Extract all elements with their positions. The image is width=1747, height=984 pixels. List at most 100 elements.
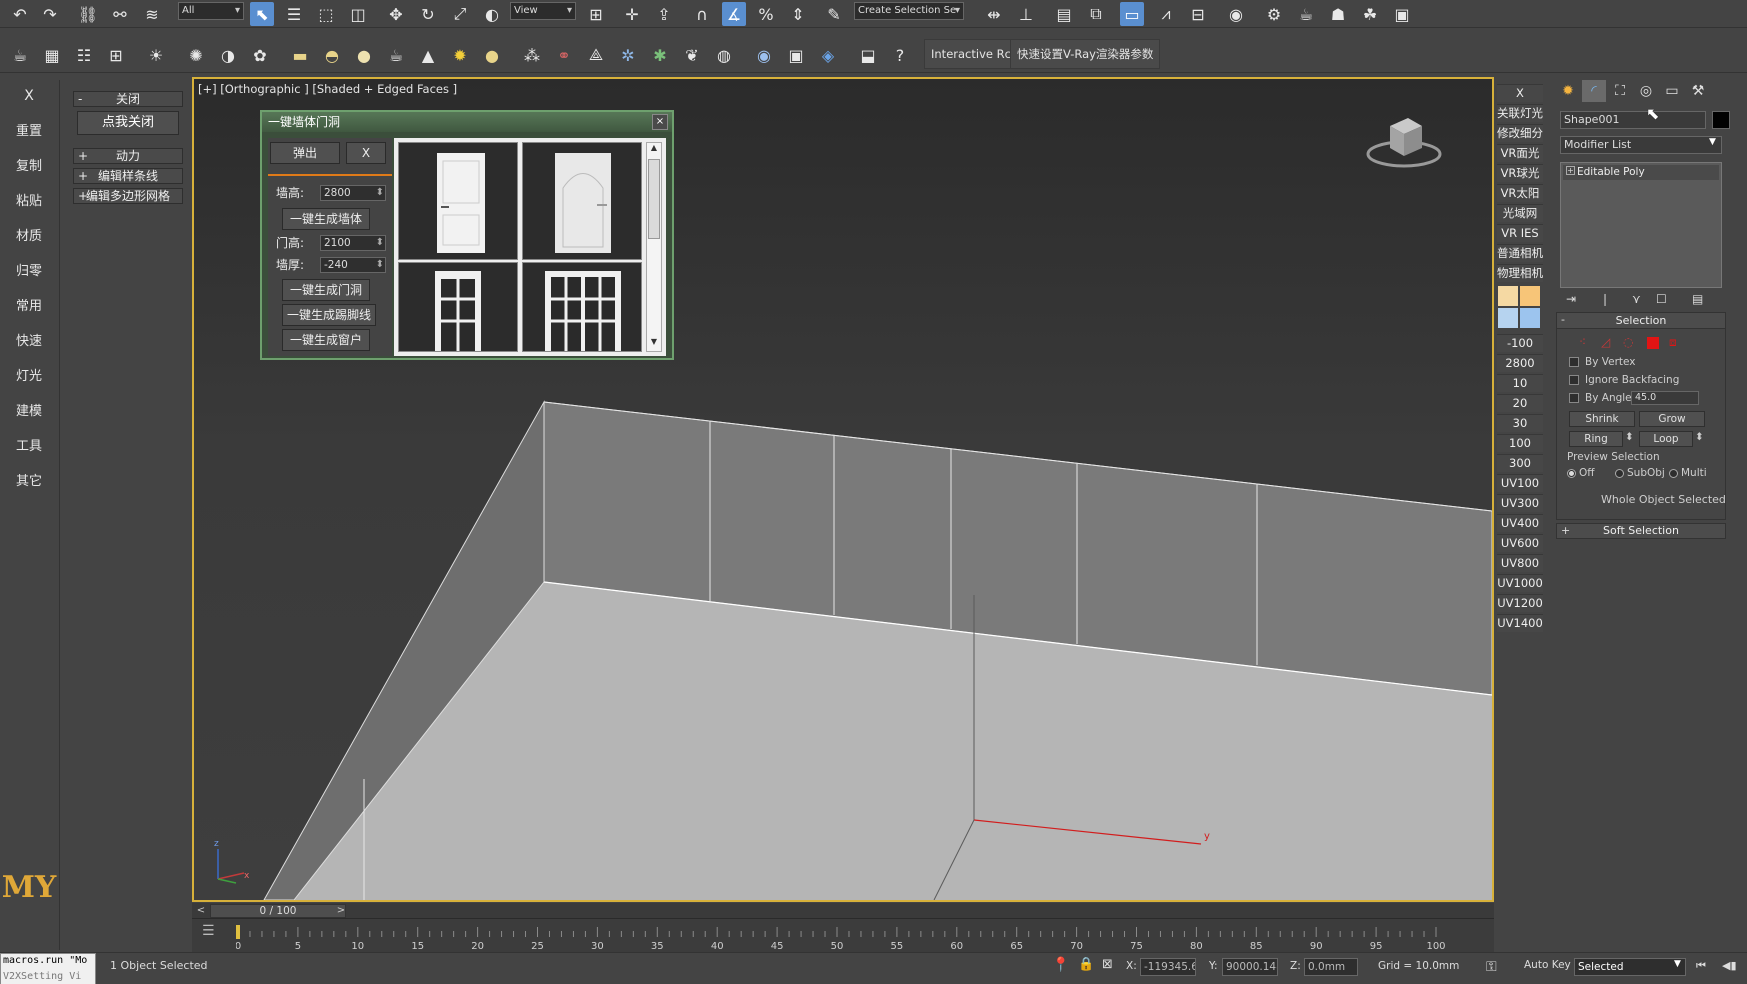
- hierarchy-tab-icon[interactable]: ⛶: [1608, 80, 1632, 102]
- left-menu-common[interactable]: 常用: [0, 295, 58, 314]
- ignore-backfacing-checkbox[interactable]: [1569, 375, 1579, 385]
- y-coord-field[interactable]: 90000.148: [1222, 958, 1278, 976]
- layer-toolbar-icon[interactable]: ⧉: [1084, 2, 1108, 26]
- left-menu-tools[interactable]: 工具: [0, 435, 58, 454]
- collapse-minus-icon[interactable]: -: [1561, 313, 1565, 326]
- left-menu-close-button[interactable]: X: [0, 88, 58, 104]
- ref-coord-dropdown[interactable]: View: [510, 2, 576, 20]
- grid-icon[interactable]: ⊞: [104, 43, 128, 67]
- viewcube-icon[interactable]: [1364, 104, 1444, 174]
- color-swatch-blue[interactable]: [1520, 308, 1540, 328]
- create-tab-icon[interactable]: ✹: [1556, 80, 1580, 102]
- generate-skirting-button[interactable]: 一键生成踢脚线: [282, 304, 376, 326]
- left-menu-reset[interactable]: 重置: [0, 120, 58, 139]
- move-icon[interactable]: ✥: [384, 2, 408, 26]
- ring-button[interactable]: Ring: [1569, 431, 1623, 447]
- percent-snap-icon[interactable]: %: [754, 2, 778, 26]
- unlink-icon[interactable]: ⚯: [108, 2, 132, 26]
- pin-stack-icon[interactable]: ⇥: [1566, 292, 1576, 306]
- left-menu-other[interactable]: 其它: [0, 470, 58, 489]
- selection-rollout-header[interactable]: Selection: [1557, 313, 1725, 329]
- list-icon[interactable]: ☷: [72, 43, 96, 67]
- dome-light-icon[interactable]: ◓: [320, 43, 344, 67]
- rollout-dynamics[interactable]: + 动力: [73, 148, 183, 164]
- stack-item-editable-poly[interactable]: Editable Poly: [1563, 165, 1719, 180]
- bind-spacewarp-icon[interactable]: ≋: [140, 2, 164, 26]
- redo-icon[interactable]: ↷: [38, 2, 62, 26]
- object-name-field[interactable]: Shape001: [1560, 111, 1706, 129]
- value-button[interactable]: -100: [1497, 334, 1543, 352]
- set-key-icon[interactable]: ⚿: [1486, 959, 1497, 975]
- rollout-edit-spline[interactable]: + 编辑样条线: [73, 168, 183, 184]
- generate-door-button[interactable]: 一键生成门洞: [282, 279, 370, 301]
- uv-button[interactable]: UV600: [1497, 534, 1543, 552]
- uv-button[interactable]: UV100: [1497, 474, 1543, 492]
- key-filter-arrow-icon[interactable]: ▼: [1674, 959, 1681, 969]
- place-icon[interactable]: ◐: [480, 2, 504, 26]
- plane-icon[interactable]: ⟁: [584, 43, 608, 67]
- off-radio[interactable]: [1567, 469, 1576, 478]
- left-menu-paste[interactable]: 粘贴: [0, 190, 58, 209]
- uv-button[interactable]: UV800: [1497, 554, 1543, 572]
- gallery-scrollbar[interactable]: ▲ ▼: [646, 142, 662, 352]
- color-swatch-lightblue[interactable]: [1498, 308, 1518, 328]
- sun-icon[interactable]: ✹: [448, 43, 472, 67]
- rotate-icon[interactable]: ↻: [416, 2, 440, 26]
- sphere-half-icon[interactable]: ◑: [216, 43, 240, 67]
- popout-button[interactable]: 弹出: [270, 142, 340, 164]
- time-slider-thumb[interactable]: 0 / 100: [210, 904, 346, 918]
- by-angle-spinner[interactable]: 45.0: [1631, 391, 1699, 405]
- by-angle-checkbox[interactable]: [1569, 393, 1579, 403]
- color-swatch-orange[interactable]: [1520, 286, 1540, 306]
- door-thumb-4[interactable]: [522, 262, 642, 352]
- vr-sun-button[interactable]: VR太阳: [1497, 184, 1543, 202]
- mirror-icon[interactable]: ⇹: [982, 2, 1006, 26]
- interactive-render-button[interactable]: Interactive Rc: [924, 39, 1018, 69]
- uv-button[interactable]: UV1400: [1497, 614, 1543, 632]
- loop-spinner-icon[interactable]: ⬍: [1695, 431, 1704, 443]
- expand-plus-icon[interactable]: +: [1566, 166, 1575, 175]
- ies-web-button[interactable]: 光域网: [1497, 204, 1543, 222]
- wall-height-spinner[interactable]: 2800: [320, 185, 386, 201]
- grow-button[interactable]: Grow: [1639, 411, 1705, 427]
- fur-icon[interactable]: ⁂: [520, 43, 544, 67]
- vertex-mode-icon[interactable]: ⁖: [1579, 335, 1586, 349]
- vray-quick-settings-button[interactable]: 快速设置V-Ray渲染器参数: [1010, 39, 1161, 69]
- material-editor-icon[interactable]: ◉: [1224, 2, 1248, 26]
- element-mode-icon[interactable]: ⧈: [1669, 335, 1677, 350]
- vr-ies-button[interactable]: VR IES: [1497, 224, 1543, 242]
- dialog-title[interactable]: 一键墙体门洞: [262, 112, 672, 132]
- x-coord-field[interactable]: -119345.6: [1140, 958, 1196, 976]
- edge-mode-icon[interactable]: ◿: [1601, 335, 1610, 349]
- render-iterative-icon[interactable]: ☘: [1358, 2, 1382, 26]
- render-production-icon[interactable]: ☗: [1326, 2, 1350, 26]
- left-menu-zero[interactable]: 归零: [0, 260, 58, 279]
- rect-selection-icon[interactable]: ⬚: [314, 2, 338, 26]
- hair-icon[interactable]: ❦: [680, 43, 704, 67]
- time-slider-track[interactable]: < 0 / 100 >: [192, 903, 1494, 919]
- select-manipulate-icon[interactable]: ✛: [620, 2, 644, 26]
- named-selection-dropdown[interactable]: Create Selection Se: [854, 2, 964, 20]
- value-button[interactable]: 300: [1497, 454, 1543, 472]
- ambient-light-icon[interactable]: ●: [480, 43, 504, 67]
- ribbon-icon[interactable]: ▭: [1120, 2, 1144, 26]
- multi-radio[interactable]: [1669, 469, 1678, 478]
- schematic-icon[interactable]: ⊟: [1186, 2, 1210, 26]
- link-icon[interactable]: ⛓: [76, 2, 100, 26]
- display-tab-icon[interactable]: ▭: [1660, 80, 1684, 102]
- select-object-icon[interactable]: ⬉: [250, 2, 274, 26]
- plane-light-icon[interactable]: ▬: [288, 43, 312, 67]
- grass-icon[interactable]: ✱: [648, 43, 672, 67]
- close-me-button[interactable]: 点我关闭: [77, 111, 179, 135]
- light-lister-icon[interactable]: ☀: [144, 43, 168, 67]
- door-thumb-1[interactable]: [398, 142, 518, 260]
- next-frame-icon[interactable]: >: [334, 903, 348, 919]
- show-end-result-icon[interactable]: ❘: [1600, 292, 1610, 306]
- ring-spinner-icon[interactable]: ⬍: [1625, 431, 1634, 443]
- isolate-icon[interactable]: 📍: [1052, 957, 1069, 973]
- scroll-thumb[interactable]: [648, 159, 660, 239]
- vr-sphere-light-button[interactable]: VR球光: [1497, 164, 1543, 182]
- value-button[interactable]: 10: [1497, 374, 1543, 392]
- omni-icon[interactable]: ✺: [184, 43, 208, 67]
- dialog-close-button[interactable]: ×: [652, 114, 668, 130]
